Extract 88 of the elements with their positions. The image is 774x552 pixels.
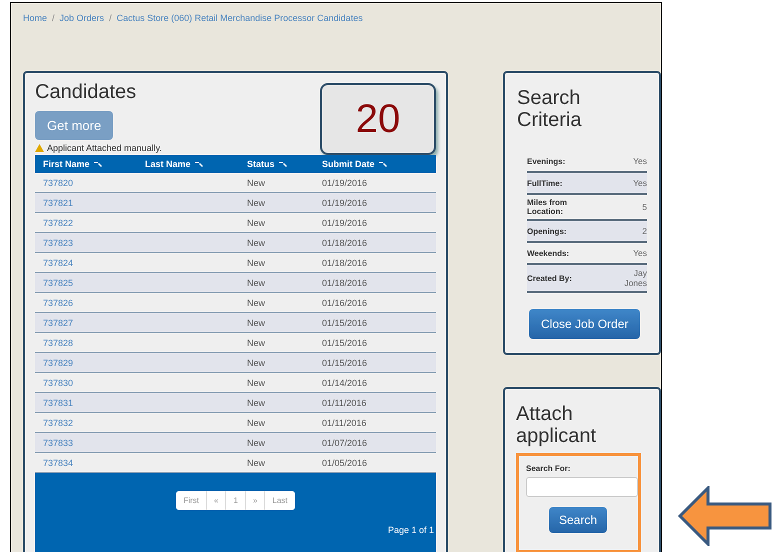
- candidate-link[interactable]: 737833: [35, 438, 137, 448]
- breadcrumb-link[interactable]: Home: [23, 13, 48, 71]
- candidate-link[interactable]: 737830: [35, 378, 137, 388]
- table-cell-text: 01/19/2016: [321, 218, 368, 228]
- table-cell-text: New: [246, 238, 266, 248]
- candidate-link[interactable]: 737825: [35, 278, 137, 288]
- table-cell-text: 01/18/2016: [321, 258, 368, 268]
- candidate-link[interactable]: 737823: [35, 238, 137, 248]
- pagination-button[interactable]: Last: [264, 491, 295, 510]
- table-cell-text: 01/18/2016: [321, 238, 368, 248]
- criteria-label: Created By:: [527, 274, 573, 282]
- candidate-link[interactable]: 737820: [35, 178, 137, 188]
- table-cell-text: New: [246, 438, 266, 448]
- panel-title: Candidates: [35, 81, 136, 103]
- table-cell-text: New: [246, 278, 266, 288]
- panel-title: Attach applicant: [516, 403, 598, 447]
- column-header[interactable]: Submit Date: [322, 159, 375, 169]
- criteria-value: Yes: [632, 178, 647, 188]
- table-cell-text: 01/19/2016: [321, 178, 368, 188]
- criteria-label: Openings:: [527, 226, 568, 236]
- table-cell-text: 01/05/2016: [321, 458, 368, 468]
- criteria-value: Yes: [632, 156, 647, 166]
- sort-icon: [94, 162, 103, 166]
- criteria-label: Evenings:: [527, 156, 566, 166]
- candidate-link[interactable]: 737827: [35, 318, 137, 328]
- candidate-link[interactable]: 737829: [35, 358, 137, 368]
- pagination-button[interactable]: «: [206, 491, 226, 510]
- table-cell-text: New: [246, 338, 266, 348]
- candidate-link[interactable]: 737832: [35, 418, 137, 428]
- table-cell-text: 01/07/2016: [321, 438, 368, 448]
- table-cell-text: New: [246, 398, 266, 408]
- candidate-link[interactable]: 737824: [35, 258, 137, 268]
- pagination-button[interactable]: First: [176, 491, 206, 510]
- warning-icon: [35, 144, 44, 152]
- criteria-label: Miles from Location:: [527, 198, 568, 216]
- candidate-link[interactable]: 737826: [35, 298, 137, 308]
- pagination-button[interactable]: »: [244, 491, 264, 510]
- criteria-label: Weekends:: [527, 248, 570, 258]
- table-cell-text: 01/11/2016: [321, 398, 368, 408]
- criteria-value: Yes: [632, 248, 647, 258]
- criteria-value: Jay Jones: [623, 268, 647, 288]
- table-cell-text: New: [246, 178, 266, 188]
- candidate-link[interactable]: 737834: [35, 458, 137, 468]
- candidate-link[interactable]: 737831: [35, 398, 137, 408]
- table-cell-text: New: [246, 218, 266, 228]
- sort-icon: [278, 162, 288, 166]
- close-job-order-button[interactable]: Close Job Order: [529, 309, 640, 339]
- table-cell-text: New: [246, 358, 266, 368]
- table-cell-text: 01/15/2016: [321, 318, 368, 328]
- table-cell-text: New: [246, 458, 266, 468]
- table-cell-text: New: [246, 298, 266, 308]
- breadcrumb-link[interactable]: Cactus Store (060) Retail Merchandise Processor Candidates: [116, 13, 363, 71]
- breadcrumb-link[interactable]: Job Orders: [60, 13, 104, 71]
- table-cell-text: New: [246, 258, 266, 268]
- table-cell-text: 01/15/2016: [321, 358, 368, 368]
- breadcrumb-separator: /: [52, 13, 55, 25]
- notice-text: Applicant Attached manually.: [47, 143, 162, 153]
- sort-icon: [378, 162, 388, 166]
- candidate-link[interactable]: 737821: [35, 198, 137, 208]
- table-cell-text: 01/15/2016: [321, 338, 368, 348]
- sort-icon: [194, 162, 204, 166]
- breadcrumb-separator: /: [109, 13, 112, 25]
- table-cell-text: 01/11/2016: [321, 418, 368, 428]
- column-header[interactable]: Status: [247, 159, 275, 169]
- candidate-link[interactable]: 737822: [35, 218, 137, 228]
- pagination-button[interactable]: 1: [225, 491, 245, 510]
- arrow-icon: [678, 486, 772, 546]
- table-cell-text: New: [246, 418, 266, 428]
- table-cell-text: New: [246, 378, 266, 388]
- candidate-count: 20: [320, 83, 436, 155]
- criteria-value: 5: [641, 202, 647, 212]
- candidate-link[interactable]: 737828: [35, 338, 137, 348]
- search-button[interactable]: Search: [548, 507, 608, 533]
- column-header[interactable]: Last Name: [145, 159, 191, 169]
- criteria-label: FullTime:: [527, 178, 564, 188]
- criteria-value: 2: [641, 226, 647, 236]
- get-more-button[interactable]: Get more: [35, 111, 114, 140]
- panel-title: Search Criteria: [517, 87, 582, 131]
- table-cell-text: 01/19/2016: [321, 198, 368, 208]
- table-cell-text: New: [246, 318, 266, 328]
- search-field[interactable]: [526, 477, 638, 497]
- table-cell-text: 01/18/2016: [321, 278, 368, 288]
- column-header[interactable]: First Name: [43, 159, 90, 169]
- field-label: Search For:: [526, 464, 572, 473]
- table-cell-text: 01/14/2016: [321, 378, 368, 388]
- page-indicator: Page 1 of 1: [388, 525, 434, 535]
- table-cell-text: 01/16/2016: [321, 298, 368, 308]
- table-cell-text: New: [246, 198, 266, 208]
